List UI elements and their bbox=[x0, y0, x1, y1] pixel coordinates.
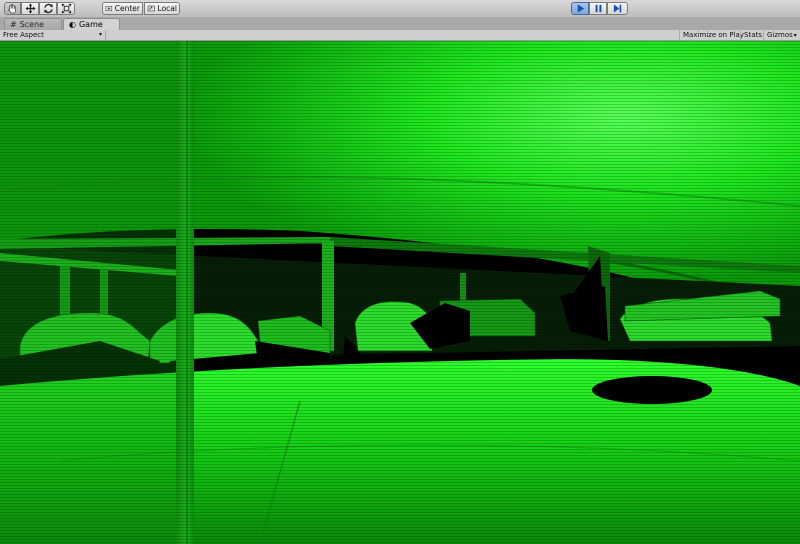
aspect-label: Free Aspect bbox=[3, 31, 44, 39]
maximize-on-play-toggle[interactable]: Maximize on Play bbox=[679, 30, 744, 40]
aspect-dropdown[interactable]: Free Aspect ▾ bbox=[0, 30, 106, 40]
pivot-rotation-toggle[interactable]: Local bbox=[144, 2, 180, 15]
tab-scene-label: Scene bbox=[19, 20, 45, 29]
play-icon bbox=[577, 4, 584, 13]
pivot-mode-label: Center bbox=[114, 4, 140, 13]
step-icon bbox=[613, 4, 622, 13]
game-controller-icon: ◐ bbox=[69, 20, 76, 29]
chevron-down-icon: ▾ bbox=[98, 31, 102, 38]
stats-label: Stats bbox=[744, 31, 762, 39]
step-button[interactable] bbox=[607, 2, 628, 15]
gizmos-dropdown[interactable]: Gizmos▾ bbox=[763, 30, 800, 40]
pivot-rotation-label: Local bbox=[157, 4, 177, 13]
pause-button[interactable] bbox=[589, 2, 607, 15]
view-tab-bar: # Scene ◐ Game bbox=[0, 17, 800, 30]
main-toolbar: Center Local bbox=[0, 0, 800, 18]
game-viewport[interactable] bbox=[0, 41, 800, 544]
scale-tool-button[interactable] bbox=[57, 2, 75, 15]
maximize-on-play-label: Maximize on Play bbox=[683, 31, 744, 39]
tab-game-label: Game bbox=[78, 20, 103, 29]
gizmos-label: Gizmos bbox=[767, 31, 793, 39]
tab-game[interactable]: ◐ Game bbox=[63, 18, 120, 30]
stats-toggle[interactable]: Stats bbox=[740, 30, 763, 40]
rotate-tool-button[interactable] bbox=[39, 2, 57, 15]
rotate-icon bbox=[43, 3, 53, 14]
pivot-center-icon bbox=[105, 5, 113, 12]
local-rotation-icon bbox=[147, 5, 155, 12]
move-tool-button[interactable] bbox=[21, 2, 39, 15]
scale-icon bbox=[61, 3, 71, 14]
play-button[interactable] bbox=[571, 2, 589, 15]
pivot-mode-toggle[interactable]: Center bbox=[102, 2, 143, 15]
move-arrows-icon bbox=[24, 3, 36, 14]
tab-scene[interactable]: # Scene bbox=[4, 18, 62, 30]
hand-icon bbox=[8, 4, 16, 14]
scene-grid-icon: # bbox=[10, 20, 17, 29]
hand-tool-button[interactable] bbox=[4, 2, 21, 15]
chevron-down-icon: ▾ bbox=[793, 32, 797, 39]
pause-icon bbox=[595, 4, 601, 13]
point-cloud-render bbox=[0, 41, 800, 544]
game-view-toolbar: Free Aspect ▾ Maximize on Play Stats Giz… bbox=[0, 30, 800, 41]
